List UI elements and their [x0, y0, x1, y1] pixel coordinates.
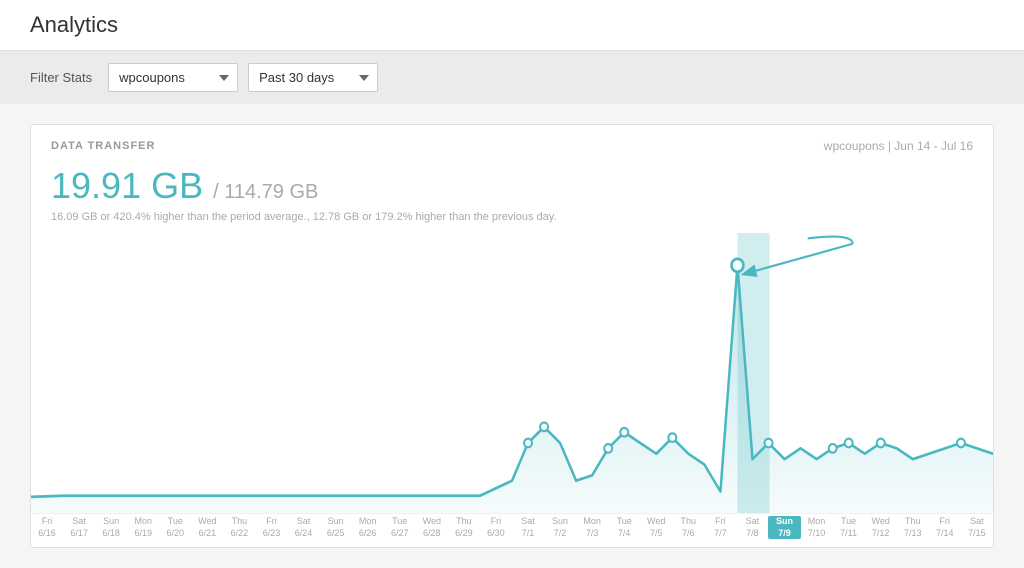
chart-svg — [31, 233, 993, 513]
main-content: DATA TRANSFER wpcoupons | Jun 14 - Jul 1… — [0, 104, 1024, 568]
axis-label: Sun7/2 — [544, 516, 576, 539]
axis-label: Mon6/26 — [352, 516, 384, 539]
card-header: DATA TRANSFER wpcoupons | Jun 14 - Jul 1… — [31, 125, 993, 159]
axis-label: Thu6/29 — [448, 516, 480, 539]
axis-label: Sat6/24 — [288, 516, 320, 539]
axis-label: Mon7/3 — [576, 516, 608, 539]
axis-label: Wed6/21 — [191, 516, 223, 539]
axis-label: Sat7/1 — [512, 516, 544, 539]
site-filter-select[interactable]: wpcoupons — [108, 63, 238, 92]
axis-label: Wed7/5 — [640, 516, 672, 539]
total-value: / 114.79 GB — [213, 181, 318, 203]
main-stat: 19.91 GB / 114.79 GB — [51, 165, 973, 207]
axis-label: Mon7/10 — [801, 516, 833, 539]
axis-label: Mon6/19 — [127, 516, 159, 539]
axis-label: Fri6/23 — [255, 516, 287, 539]
axis-label: Sun6/25 — [320, 516, 352, 539]
axis-label: Fri7/7 — [704, 516, 736, 539]
axis-label: Thu7/6 — [672, 516, 704, 539]
card-title: DATA TRANSFER — [51, 140, 155, 152]
data-stat-section: 19.91 GB / 114.79 GB 16.09 GB or 420.4% … — [31, 159, 993, 233]
axis-label: Tue7/4 — [608, 516, 640, 539]
axis-label: Tue6/27 — [384, 516, 416, 539]
axis-label: Sun7/9 — [768, 516, 800, 539]
page-title: Analytics — [30, 12, 994, 38]
main-value: 19.91 GB — [51, 165, 203, 206]
axis-label: Sun6/18 — [95, 516, 127, 539]
filter-label: Filter Stats — [30, 70, 92, 85]
x-axis: // Will be rendered via JS below Fri6/16… — [31, 513, 993, 547]
period-filter-select[interactable]: Past 30 days Past 7 days Past 90 days Pa… — [248, 63, 378, 92]
data-transfer-card: DATA TRANSFER wpcoupons | Jun 14 - Jul 1… — [30, 124, 994, 548]
axis-label: Fri6/30 — [480, 516, 512, 539]
axis-label: Sat7/15 — [961, 516, 993, 539]
axis-label: Sat7/8 — [736, 516, 768, 539]
axis-label: Thu6/22 — [223, 516, 255, 539]
axis-label: Fri7/14 — [929, 516, 961, 539]
axis-label: Wed6/28 — [416, 516, 448, 539]
axis-label: Tue7/11 — [833, 516, 865, 539]
page-header: Analytics — [0, 0, 1024, 51]
axis-label: Sat6/17 — [63, 516, 95, 539]
axis-label: Fri6/16 — [31, 516, 63, 539]
axis-label: Wed7/12 — [865, 516, 897, 539]
axis-label: Tue6/20 — [159, 516, 191, 539]
filter-bar: Filter Stats wpcoupons Past 30 days Past… — [0, 51, 1024, 104]
axis-label: Thu7/13 — [897, 516, 929, 539]
stat-note: 16.09 GB or 420.4% higher than the perio… — [51, 211, 973, 223]
chart-area — [31, 233, 993, 513]
card-meta: wpcoupons | Jun 14 - Jul 16 — [824, 139, 973, 153]
